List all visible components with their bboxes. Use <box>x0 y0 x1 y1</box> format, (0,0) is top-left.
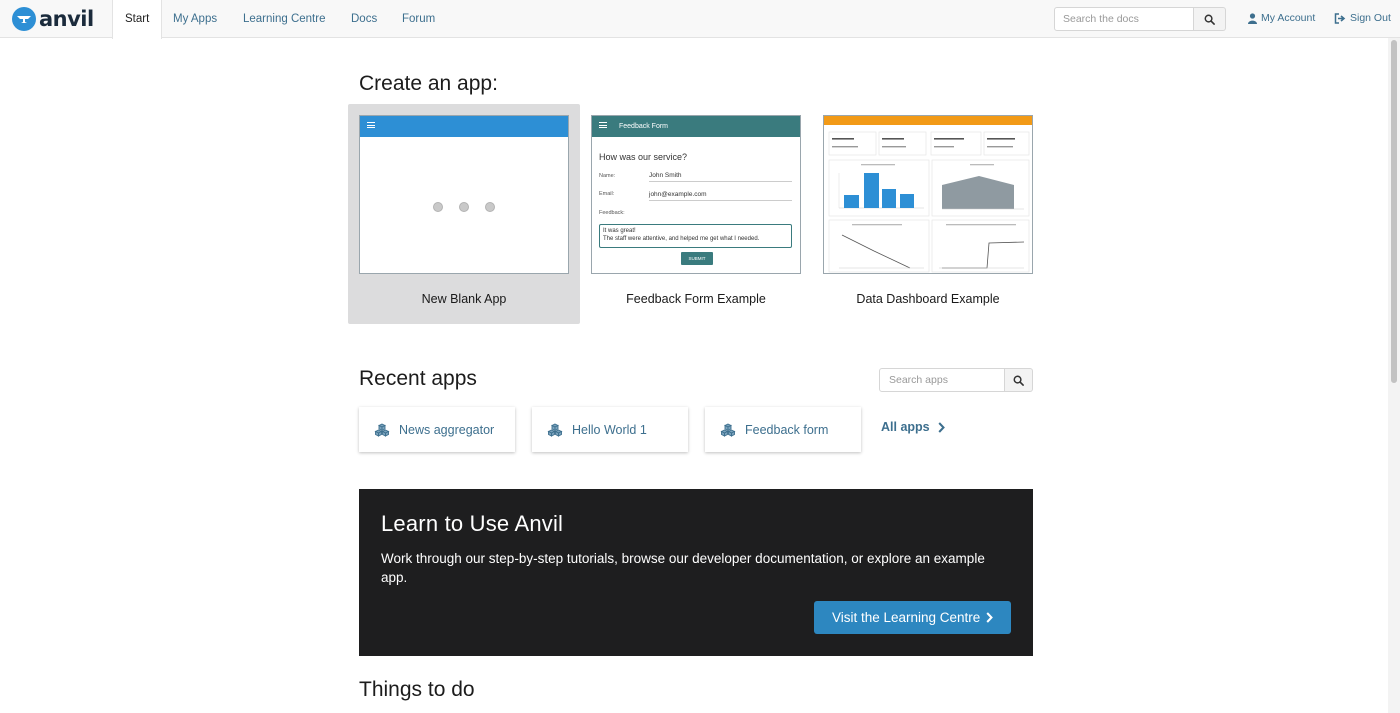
hamburger-icon <box>367 122 375 128</box>
tab-start[interactable]: Start <box>112 0 163 39</box>
app-cubes-icon <box>374 422 390 437</box>
recent-apps-heading: Recent apps <box>359 367 477 390</box>
my-account-link[interactable]: My Account <box>1248 12 1315 24</box>
preview-submit-button: SUBMIT <box>681 252 713 265</box>
things-to-do-heading: Things to do <box>359 678 475 701</box>
search-icon <box>1013 375 1024 386</box>
anvil-logo[interactable]: anvil <box>12 7 94 31</box>
preview-email-value: john@example.com <box>649 191 792 201</box>
tab-docs[interactable]: Docs <box>339 0 389 38</box>
top-navbar: anvil Start My Apps Learning Centre Docs… <box>0 0 1400 39</box>
visit-learning-centre-button[interactable]: Visit the Learning Centre <box>814 601 1011 634</box>
page-scrollbar[interactable] <box>1388 38 1400 713</box>
dashboard-miniature <box>828 131 1030 273</box>
all-apps-label: All apps <box>881 420 930 434</box>
docs-search-button[interactable] <box>1194 7 1226 31</box>
app-name: Hello World 1 <box>572 422 647 437</box>
create-app-heading: Create an app: <box>359 72 498 95</box>
template-new-blank-app[interactable]: New Blank App <box>348 104 580 324</box>
my-account-label: My Account <box>1261 12 1316 24</box>
learn-button-label: Visit the Learning Centre <box>831 610 981 625</box>
preview-email-label: Email: <box>599 191 615 197</box>
preview-title: Feedback Form <box>619 123 669 130</box>
learn-title: Learn to Use Anvil <box>381 511 564 536</box>
preview-question: How was our service? <box>599 152 688 162</box>
preview-header: Feedback Form <box>592 116 800 137</box>
preview-name-label: Name: <box>599 173 616 179</box>
template-label: Data Dashboard Example <box>856 292 1000 306</box>
tab-forum[interactable]: Forum <box>390 0 447 38</box>
app-cubes-icon <box>547 422 563 437</box>
user-icon <box>1248 12 1257 24</box>
feedback-form-preview: Feedback Form How was our service? Name:… <box>591 115 801 274</box>
recent-app-card[interactable]: Hello World 1 <box>532 407 688 452</box>
learn-banner: Learn to Use Anvil Work through our step… <box>359 489 1033 656</box>
blank-app-preview <box>359 115 569 274</box>
tab-my-apps[interactable]: My Apps <box>161 0 229 38</box>
search-icon <box>1204 14 1215 25</box>
app-cubes-icon <box>720 422 736 437</box>
preview-feedback-label: Feedback: <box>599 210 625 216</box>
app-name: News aggregator <box>399 422 495 437</box>
preview-feedback-box: It was great! The staff were attentive, … <box>599 224 792 248</box>
template-label: New Blank App <box>421 292 507 306</box>
sign-out-link[interactable]: Sign Out <box>1334 12 1391 24</box>
apps-search-button[interactable] <box>1005 368 1033 392</box>
tab-learning-centre[interactable]: Learning Centre <box>231 0 337 38</box>
scrollbar-thumb[interactable] <box>1391 40 1397 383</box>
sign-out-icon <box>1334 12 1346 24</box>
dashboard-preview <box>823 115 1033 274</box>
apps-search-input[interactable] <box>879 368 1005 392</box>
template-data-dashboard[interactable]: Data Dashboard Example <box>812 104 1044 324</box>
preview-header <box>360 116 568 137</box>
loading-dots-icon <box>433 202 495 212</box>
preview-header <box>824 116 1032 125</box>
recent-app-card[interactable]: Feedback form <box>705 407 861 452</box>
hamburger-icon <box>599 122 607 128</box>
chevron-right-icon <box>986 612 993 623</box>
sign-out-label: Sign Out <box>1350 12 1391 24</box>
docs-search-input[interactable] <box>1054 7 1194 31</box>
all-apps-link[interactable]: All apps <box>881 420 945 434</box>
template-feedback-form[interactable]: Feedback Form How was our service? Name:… <box>580 104 812 324</box>
app-name: Feedback form <box>745 422 829 437</box>
logo-text: anvil <box>39 7 94 31</box>
preview-name-value: John Smith <box>649 172 792 182</box>
apps-search <box>879 368 1033 392</box>
preview-feedback-line: It was great! <box>603 228 636 234</box>
learn-description: Work through our step-by-step tutorials,… <box>381 551 985 585</box>
recent-app-card[interactable]: News aggregator <box>359 407 515 452</box>
docs-search <box>1054 7 1226 31</box>
anvil-logo-icon <box>12 7 36 31</box>
preview-feedback-line: The staff were attentive, and helped me … <box>603 236 760 242</box>
template-label: Feedback Form Example <box>626 292 766 306</box>
chevron-right-icon <box>938 421 945 433</box>
